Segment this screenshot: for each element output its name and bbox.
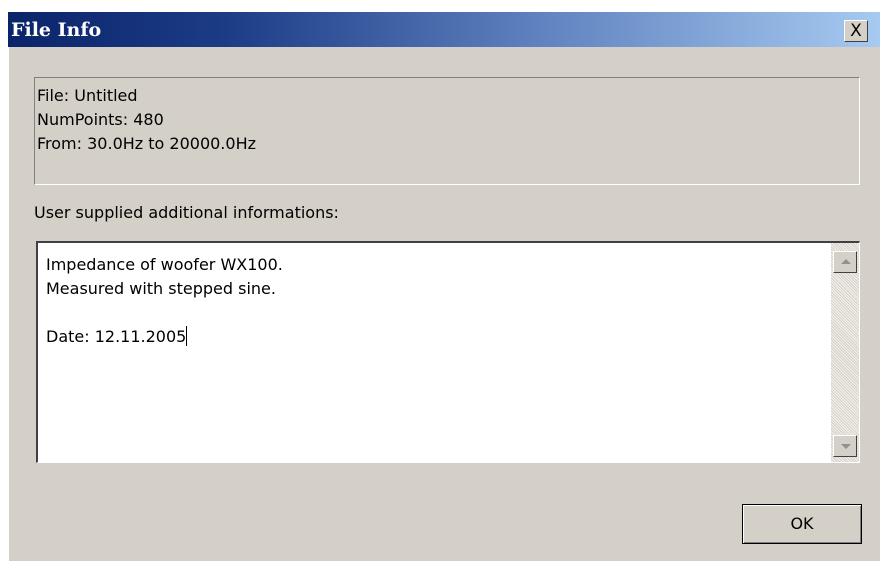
arrow-up-icon [841, 259, 851, 264]
file-info-dialog: File Info X File: Untitled NumPoints: 48… [8, 12, 880, 561]
notes-line-1: Impedance of woofer WX100. [46, 255, 283, 274]
dialog-title: File Info [11, 19, 102, 41]
close-button[interactable]: X [844, 20, 868, 42]
notes-line-4-text: Date: 12.11.2005 [46, 327, 187, 346]
text-caret [186, 326, 188, 346]
notes-textarea[interactable]: Impedance of woofer WX100. Measured with… [36, 241, 860, 463]
notes-line-2: Measured with stepped sine. [46, 279, 276, 298]
file-info-panel: File: Untitled NumPoints: 480 From: 30.0… [34, 77, 860, 185]
arrow-down-icon [841, 444, 851, 449]
file-name-line: File: Untitled [37, 86, 138, 105]
title-bar[interactable]: File Info X [8, 12, 880, 47]
scroll-up-button[interactable] [833, 251, 857, 273]
frequency-range-line: From: 30.0Hz to 20000.0Hz [37, 134, 256, 153]
vertical-scrollbar[interactable] [831, 243, 859, 462]
ok-button[interactable]: OK [742, 504, 862, 544]
notes-label: User supplied additional informations: [34, 203, 339, 222]
scroll-down-button[interactable] [833, 435, 857, 457]
notes-line-4: Date: 12.11.2005 [46, 325, 859, 349]
notes-line-3 [46, 301, 859, 325]
num-points-line: NumPoints: 480 [37, 110, 164, 129]
